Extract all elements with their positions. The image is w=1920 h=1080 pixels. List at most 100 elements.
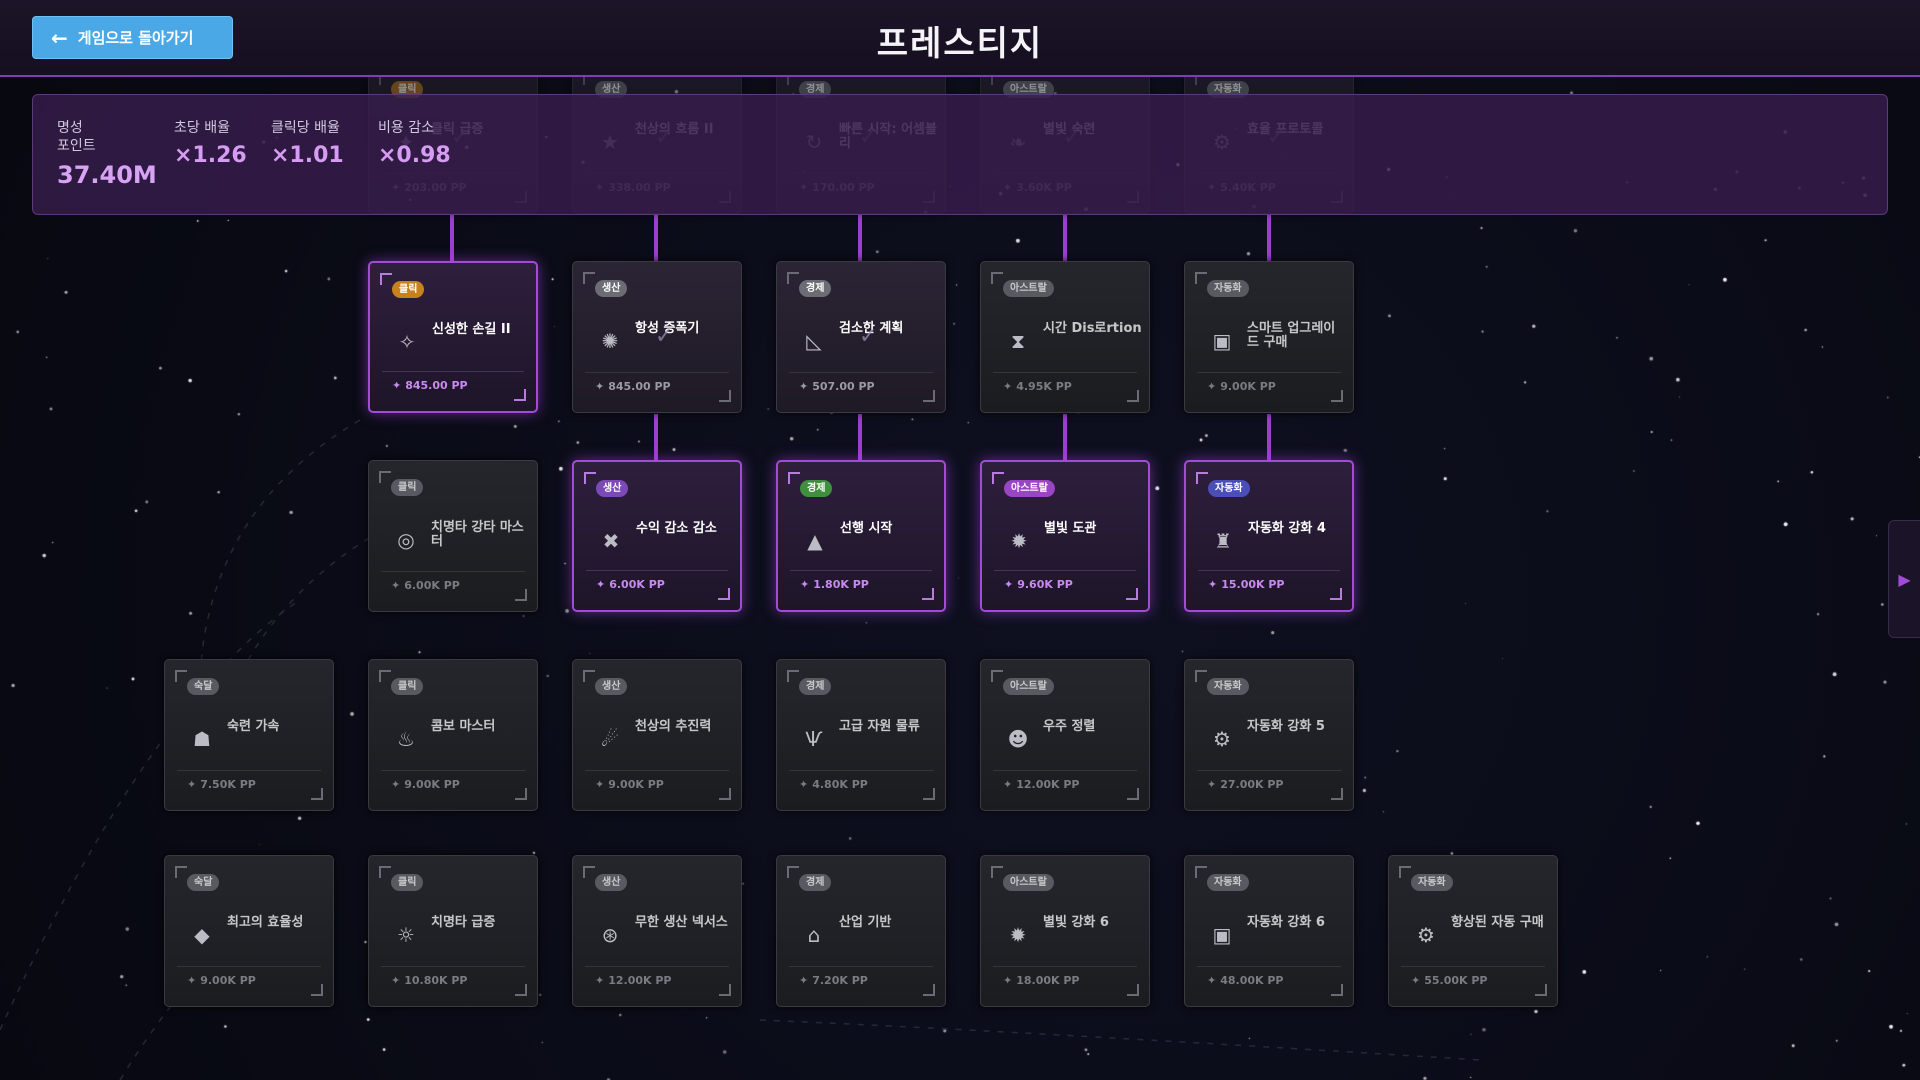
- category-badge: 아스트랄: [1004, 480, 1055, 497]
- prestige-point-icon: ✦: [1207, 974, 1217, 987]
- prestige-point-icon: ✦: [595, 778, 605, 791]
- prestige-point-icon: ✦: [799, 974, 809, 987]
- upgrade-title: 항성 증폭기: [635, 321, 700, 336]
- upgrade-node-card[interactable]: 경제 ▲ 선행 시작 ✦ 1.80K PP: [776, 460, 946, 612]
- upgrade-node-card[interactable]: 생산 ✖ 수익 감소 감소 ✦ 6.00K PP: [572, 460, 742, 612]
- category-badge: 클릭: [392, 281, 425, 298]
- upgrade-title: 최고의 효율성: [227, 915, 304, 930]
- upgrade-node-card[interactable]: 경제 ◺ 검소한 계획 ✓ ✦ 507.00 PP: [776, 261, 946, 413]
- upgrade-cost: 6.00K PP: [609, 578, 665, 591]
- card-corner-decoration: [1196, 472, 1208, 484]
- factory-icon: ⌂: [807, 923, 821, 947]
- upgrade-title: 치명타 급증: [431, 915, 496, 930]
- upgrade-node-card[interactable]: 숙달 ◆ 최고의 효율성 ✦ 9.00K PP: [164, 855, 334, 1007]
- upgrade-cost: 9.00K PP: [1220, 380, 1276, 393]
- category-badge: 자동화: [1411, 874, 1453, 891]
- page-title: 프레스티지: [876, 24, 1044, 64]
- upgrade-cost: 27.00K PP: [1220, 778, 1284, 791]
- nexus-icon: ⊛: [601, 923, 619, 947]
- card-corner-decoration: [991, 670, 1003, 682]
- card-corner-decoration: [584, 472, 596, 484]
- gear-icon: ⚙: [1213, 727, 1231, 751]
- upgrade-cost: 12.00K PP: [608, 974, 672, 987]
- upgrade-node-card[interactable]: 생산 ✺ 항성 증폭기 ✓ ✦ 845.00 PP: [572, 261, 742, 413]
- cost-row: ✦ 9.60K PP: [994, 570, 1136, 598]
- upgrade-node-card[interactable]: 경제 Ѱ 고급 자원 물류 ✦ 4.80K PP: [776, 659, 946, 811]
- card-corner-decoration: [380, 273, 392, 285]
- upgrade-node-card[interactable]: 클릭 ♨ 콤보 마스터 ✦ 9.00K PP: [368, 659, 538, 811]
- side-panel-toggle[interactable]: ▶: [1888, 520, 1920, 638]
- cross-icon: ✖: [602, 529, 620, 553]
- prestige-stats-bar: 명성 포인트 37.40M 초당 배율 ×1.26 클릭당 배율 ×1.01 비…: [32, 94, 1888, 215]
- upgrade-title: 치명타 강타 마스터: [431, 520, 524, 549]
- upgrade-node-card[interactable]: 자동화 ▣ 자동화 강화 6 ✦ 48.00K PP: [1184, 855, 1354, 1007]
- upgrade-node-card[interactable]: 생산 ☄ 천상의 추진력 ✦ 9.00K PP: [572, 659, 742, 811]
- upgrade-cost: 6.00K PP: [404, 579, 460, 592]
- upgrade-node-card[interactable]: 생산 ⊛ 무한 생산 넥서스 ✦ 12.00K PP: [572, 855, 742, 1007]
- robot-icon: ▣: [1212, 923, 1232, 947]
- card-corner-decoration: [583, 670, 595, 682]
- upgrade-node-card[interactable]: 자동화 ⚙ 자동화 강화 5 ✦ 27.00K PP: [1184, 659, 1354, 811]
- sun-icon: ☼: [397, 923, 415, 947]
- card-corner-decoration: [379, 866, 391, 878]
- upgrade-cost: 7.20K PP: [812, 974, 868, 987]
- upgrade-title: 우주 정렬: [1043, 719, 1096, 734]
- prestige-point-icon: ✦: [391, 974, 401, 987]
- upgrade-node-card[interactable]: 클릭 ✧ 신성한 손길 II ✦ 845.00 PP: [368, 261, 538, 413]
- prestige-point-icon: ✦: [1003, 974, 1013, 987]
- card-corner-decoration: [379, 471, 391, 483]
- cost-row: ✦ 845.00 PP: [585, 372, 729, 400]
- cost-row: ✦ 10.80K PP: [381, 966, 525, 994]
- cost-row: ✦ 55.00K PP: [1401, 966, 1545, 994]
- upgrade-title: 신성한 손길 II: [432, 322, 511, 337]
- upgrade-title: 시간 Dis로rtion: [1043, 321, 1142, 336]
- upgrade-node-card[interactable]: 숙달 ☗ 숙련 가속 ✦ 7.50K PP: [164, 659, 334, 811]
- upgrade-node-card[interactable]: 자동화 ♜ 자동화 강화 4 ✦ 15.00K PP: [1184, 460, 1354, 612]
- upgrade-node-card[interactable]: 아스트랄 ✹ 별빛 도관 ✦ 9.60K PP: [980, 460, 1150, 612]
- upgrade-node-card[interactable]: 클릭 ◎ 치명타 강타 마스터 ✦ 6.00K PP: [368, 460, 538, 612]
- prestige-point-icon: ✦: [391, 778, 401, 791]
- upgrade-node-card[interactable]: 아스트랄 ⧗ 시간 Dis로rtion ✦ 4.95K PP: [980, 261, 1150, 413]
- prestige-points-label: 명성 포인트: [57, 120, 96, 154]
- prestige-point-icon: ✦: [392, 379, 402, 392]
- upgrade-cost: 9.00K PP: [608, 778, 664, 791]
- cost-row: ✦ 9.00K PP: [381, 770, 525, 798]
- cost-row: ✦ 4.95K PP: [993, 372, 1137, 400]
- prestige-point-icon: ✦: [799, 380, 809, 393]
- prestige-point-icon: ✦: [1207, 380, 1217, 393]
- per-second-multiplier-stat: 초당 배율 ×1.26: [174, 119, 247, 168]
- prestige-point-icon: ✦: [596, 578, 606, 591]
- cost-row: ✦ 7.20K PP: [789, 966, 933, 994]
- tree-connector: [858, 215, 862, 261]
- upgrade-title: 별빛 도관: [1044, 521, 1097, 536]
- upgrade-cost: 12.00K PP: [1016, 778, 1080, 791]
- upgrade-node-card[interactable]: 아스트랄 ☻ 우주 정렬 ✦ 12.00K PP: [980, 659, 1150, 811]
- upgrade-node-card[interactable]: 클릭 ☼ 치명타 급증 ✦ 10.80K PP: [368, 855, 538, 1007]
- cost-row: ✦ 18.00K PP: [993, 966, 1137, 994]
- per-click-multiplier-stat: 클릭당 배율 ×1.01: [271, 119, 344, 168]
- upgrade-title: 고급 자원 물류: [839, 719, 920, 734]
- per-click-multiplier-label: 클릭당 배율: [271, 120, 340, 136]
- prestige-point-icon: ✦: [1207, 778, 1217, 791]
- upgrade-node-card[interactable]: 자동화 ▣ 스마트 업그레이드 구매 ✦ 9.00K PP: [1184, 261, 1354, 413]
- upgrade-node-card[interactable]: 아스트랄 ✹ 별빛 강화 6 ✦ 18.00K PP: [980, 855, 1150, 1007]
- card-corner-decoration: [583, 866, 595, 878]
- cost-row: ✦ 6.00K PP: [381, 571, 525, 599]
- play-arrow-icon: ▶: [1898, 569, 1911, 589]
- gear-icon: ⚙: [1417, 923, 1435, 947]
- burst-icon: ✺: [601, 329, 619, 353]
- upgrade-title: 검소한 계획: [839, 321, 904, 336]
- card-corner-decoration: [991, 866, 1003, 878]
- category-badge: 생산: [595, 874, 628, 891]
- upgrade-node-card[interactable]: 경제 ⌂ 산업 기반 ✦ 7.20K PP: [776, 855, 946, 1007]
- upgrade-title: 자동화 강화 6: [1247, 915, 1325, 930]
- upgrade-cost: 55.00K PP: [1424, 974, 1488, 987]
- per-second-multiplier-value: ×1.26: [174, 143, 247, 168]
- upgrade-node-card[interactable]: 자동화 ⚙ 향상된 자동 구매 ✦ 55.00K PP: [1388, 855, 1558, 1007]
- card-corner-decoration: [1399, 866, 1411, 878]
- upgrade-cost: 9.60K PP: [1017, 578, 1073, 591]
- upgrade-cost: 9.00K PP: [404, 778, 460, 791]
- tree-connector: [1063, 414, 1067, 460]
- category-badge: 클릭: [391, 874, 424, 891]
- cost-row: ✦ 15.00K PP: [1198, 570, 1340, 598]
